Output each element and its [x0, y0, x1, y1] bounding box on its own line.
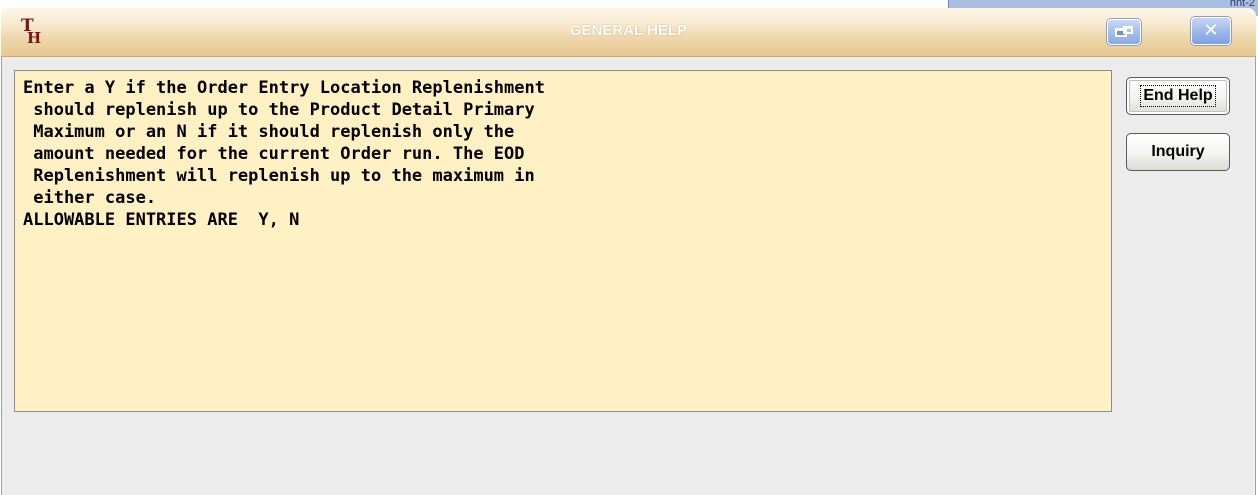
inquiry-label: Inquiry	[1151, 143, 1205, 160]
dialog-body: Enter a Y if the Order Entry Location Re…	[1, 57, 1256, 495]
title-bar[interactable]: T H GENERAL HELP ✕	[1, 8, 1256, 57]
inquiry-button[interactable]: Inquiry	[1126, 133, 1230, 171]
restore-button[interactable]	[1107, 19, 1141, 45]
restore-window-icon	[1115, 26, 1133, 38]
help-text-area[interactable]: Enter a Y if the Order Entry Location Re…	[14, 70, 1112, 412]
end-help-button[interactable]: End Help	[1126, 77, 1230, 115]
close-icon: ✕	[1203, 20, 1219, 41]
close-button[interactable]: ✕	[1191, 17, 1231, 45]
end-help-label: End Help	[1140, 85, 1216, 107]
general-help-dialog: T H GENERAL HELP ✕ Enter a Y if the Orde…	[1, 8, 1256, 495]
window-title: GENERAL HELP	[569, 22, 688, 39]
